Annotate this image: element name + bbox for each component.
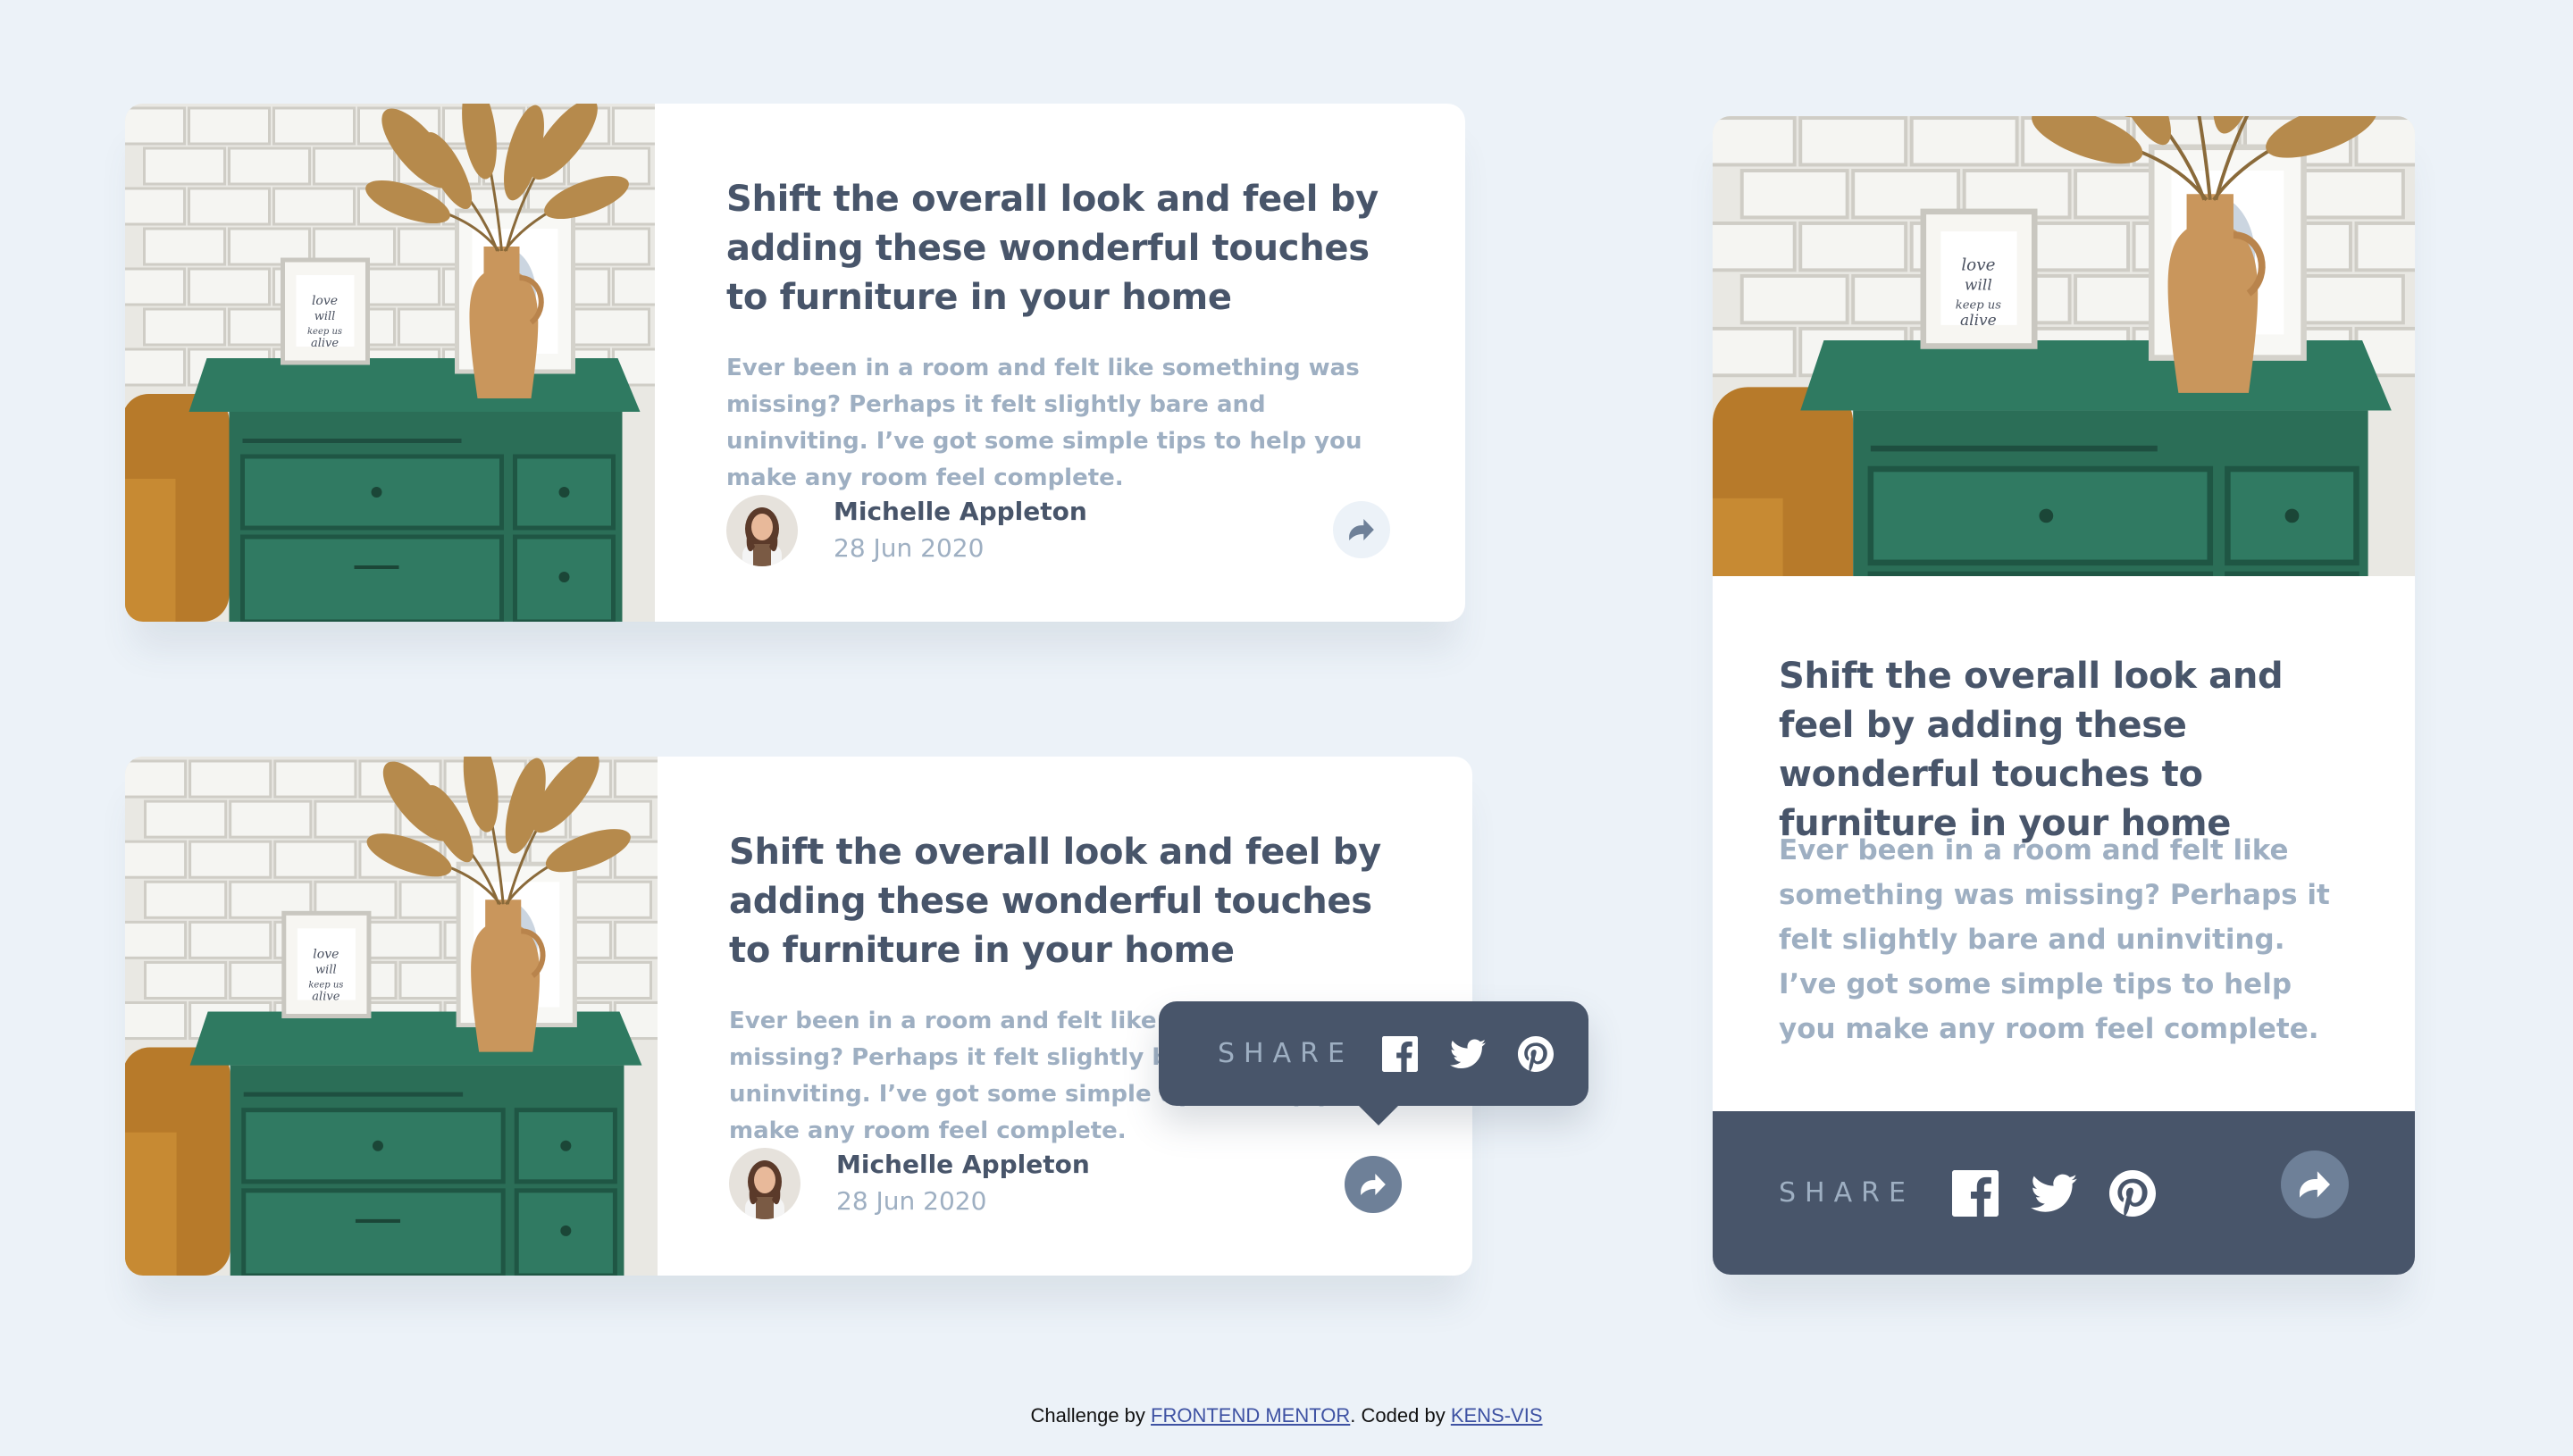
share-tooltip: SHARE [1159,1001,1588,1125]
author-info: Michelle Appleton 28 Jun 2020 [836,1147,1090,1220]
twitter-icon[interactable] [1450,1039,1486,1069]
share-button[interactable] [1345,1156,1402,1213]
article-photo [125,104,655,622]
frontend-mentor-link[interactable]: FRONTEND MENTOR [1151,1404,1350,1427]
avatar [729,1148,800,1219]
twitter-icon[interactable] [2031,1174,2077,1213]
drawer-image [125,757,658,1276]
author-link[interactable]: KENS-VIS [1451,1404,1543,1427]
article-description: Ever been in a room and felt like someth… [726,355,1362,491]
social-links [1952,1170,2156,1217]
social-links [1382,1036,1554,1072]
share-button[interactable] [1333,501,1390,558]
article-card-desktop: Shift the overall look and feel by addin… [125,104,1465,622]
article-title: Shift the overall look and feel by addin… [729,832,1381,971]
share-label: SHARE [1218,1038,1354,1069]
article-title: Shift the overall look and feel by addin… [1779,656,2284,844]
share-arrow-icon [1349,519,1374,540]
article-description: Ever been in a room and felt like someth… [1779,834,2330,1045]
attribution-prefix: Challenge by [1030,1404,1152,1427]
article-photo [125,757,658,1276]
article-title: Shift the overall look and feel by addin… [726,179,1379,318]
article-card-mobile: Shift the overall look and feel by addin… [1713,116,2415,1275]
facebook-icon[interactable] [1952,1170,1999,1217]
share-arrow-icon [2300,1171,2330,1198]
drawer-image [1713,116,2415,576]
author-name: Michelle Appleton [834,497,1087,526]
author-name: Michelle Appleton [836,1150,1090,1179]
post-date: 28 Jun 2020 [834,533,985,563]
pinterest-icon[interactable] [2109,1170,2156,1217]
share-label: SHARE [1779,1177,1915,1209]
attribution-middle: . Coded by [1350,1404,1451,1427]
author-row: Michelle Appleton 28 Jun 2020 [726,494,1087,567]
pinterest-icon[interactable] [1518,1036,1554,1072]
article-body: Shift the overall look and feel by addin… [655,104,1465,622]
facebook-icon[interactable] [1382,1036,1418,1072]
share-bar: SHARE [1713,1111,2415,1275]
share-arrow-icon [1361,1174,1386,1195]
attribution: Challenge by FRONTEND MENTOR. Coded by K… [0,1404,2573,1427]
author-row: Michelle Appleton 28 Jun 2020 [729,1147,1090,1220]
drawer-image [125,104,655,622]
avatar [726,495,798,566]
author-info: Michelle Appleton 28 Jun 2020 [834,494,1087,567]
share-button[interactable] [2281,1151,2349,1218]
post-date: 28 Jun 2020 [836,1186,987,1216]
article-photo [1713,116,2415,576]
